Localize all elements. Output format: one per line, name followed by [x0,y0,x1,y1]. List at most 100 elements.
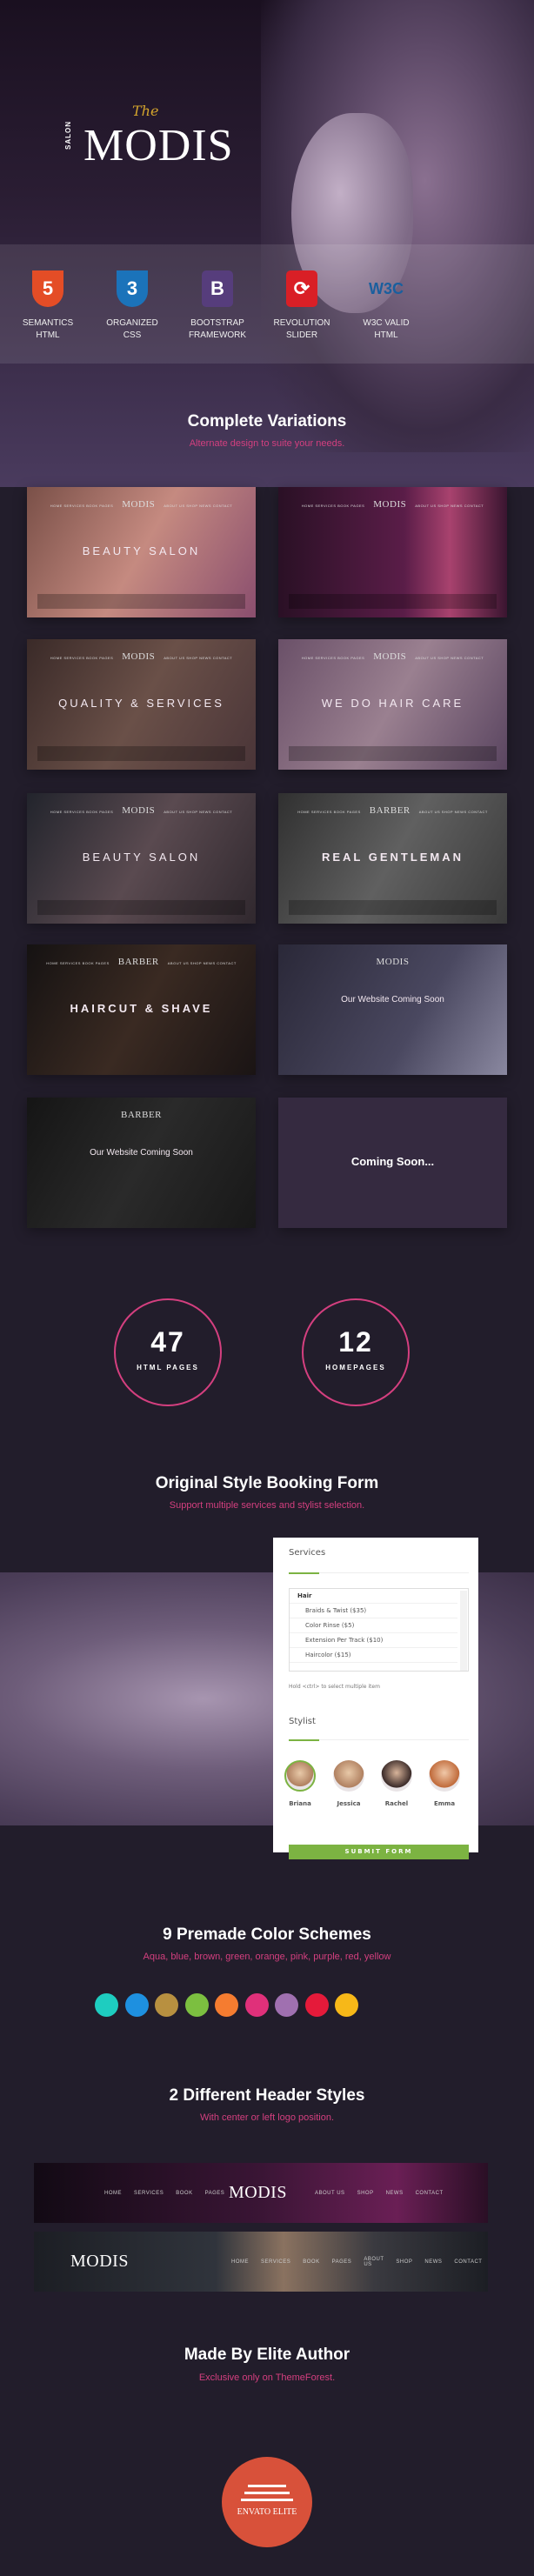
stat-value: 12 [338,1326,373,1358]
booking-form: Services Hair Braids & Twist ($35) Color… [273,1538,478,1859]
badge-stripe [244,2492,290,2494]
service-option[interactable]: Haircolor ($15) [290,1648,457,1663]
nav-item[interactable]: SHOP [396,2259,412,2265]
thumb-headline: Our Website Coming Soon [90,1148,193,1158]
thumb-info-bar [37,746,245,761]
variations-subtitle: Alternate design to suite your needs. [189,438,345,449]
w3c-icon: W3C [369,280,404,297]
color-swatch[interactable] [184,1993,209,2017]
nav-item[interactable]: NEWS [386,2191,404,2196]
select-hint: Hold <ctrl> to select multiple item [289,1684,380,1690]
nav-item[interactable]: SERVICES [261,2259,290,2265]
nav-item[interactable]: SHOP [357,2191,374,2196]
variation-thumbnail[interactable]: HOME SERVICES BOOK PAGES MODIS ABOUT US SH… [27,639,256,770]
thumb-nav: HOME SERVICES BOOK PAGES MODIS ABOUT US SH… [50,499,233,510]
thumb-logo: MODIS [373,499,407,510]
thumb-info-bar [289,746,497,761]
feature-label: REVOLUTION [273,318,330,328]
feature-html5: 5 SEMANTICS HTML [9,270,87,342]
variation-thumbnail[interactable]: HOME SERVICES BOOK PAGES BARBER ABOUT US S… [27,944,256,1075]
thumb-headline: BEAUTY SALON [82,544,201,557]
scrollbar[interactable] [460,1591,467,1671]
colors-subtitle: Aqua, blue, brown, green, orange, pink, … [143,1952,391,1962]
nav-item[interactable]: CONTACT [454,2259,482,2265]
stat-value: 47 [150,1326,185,1358]
nav-item[interactable]: SERVICES [134,2191,164,2196]
variations-title: Complete Variations [187,412,347,430]
nav-item[interactable]: ABOUT US [315,2191,345,2196]
thumb-headline: QUALITY & SERVICES [58,697,224,710]
stylist-name: Jessica [337,1800,361,1807]
thumb-headline: WE DO HAIR CARE [321,697,464,710]
nav-right: ABOUT US SHOP NEWS CONTACT [309,2163,450,2223]
color-swatch[interactable] [244,1993,269,2017]
services-select[interactable]: Hair Braids & Twist ($35) Color Rinse ($… [289,1588,469,1672]
nav-item[interactable]: BOOK [303,2259,319,2265]
badge-stripe [248,2485,286,2487]
thumb-logo: MODIS [376,957,410,967]
service-option[interactable]: Braids & Twist ($35) [290,1604,457,1618]
thumb-logo: MODIS [122,499,156,510]
thumb-nav: BARBER [27,1110,256,1120]
badge-text: ENVATO ELITE [237,2507,297,2517]
variation-thumbnail[interactable]: HOME SERVICES BOOK PAGES MODIS ABOUT US SH… [278,639,507,770]
stylist-name: Briana [289,1800,311,1807]
thumb-logo: BARBER [369,805,411,816]
thumb-nav: HOME SERVICES BOOK PAGES BARBER ABOUT US S… [46,957,237,967]
feature-bootstrap: B BOOTSTRAP FRAMEWORK [178,270,257,342]
stat-label: HOMEPAGES [325,1364,386,1371]
nav-item[interactable]: PAGES [205,2191,225,2196]
color-swatch[interactable] [155,1993,178,2017]
stylist-jessica[interactable]: Jessica [331,1760,366,1807]
color-swatch[interactable] [335,1993,358,2017]
variation-thumbnail[interactable]: HOME SERVICES BOOK PAGES MODIS ABOUT US SH… [27,487,256,617]
stylist-emma[interactable]: Emma [427,1760,462,1807]
nav-item[interactable]: BOOK [176,2191,192,2196]
css3-icon: 3 [117,270,148,307]
headers-title: 2 Different Header Styles [169,2086,365,2105]
feature-label: ORGANIZED [106,318,158,328]
thumb-info-bar [289,900,497,915]
feature-revolution-slider: ⟳ REVOLUTION SLIDER [263,270,341,342]
nav-item[interactable]: NEWS [424,2259,442,2265]
thumb-logo: BARBER [120,1110,162,1120]
thumb-nav: MODIS [278,957,507,967]
revolution-slider-icon: ⟳ [286,270,317,307]
stylist-name: Rachel [384,1800,409,1807]
variation-thumbnail[interactable]: MODIS Our Website Coming Soon [278,944,507,1075]
stylist-rachel[interactable]: Rachel [379,1760,414,1807]
color-swatch[interactable] [124,1993,149,2017]
feature-label: BOOTSTRAP [190,318,244,328]
color-swatch[interactable] [304,1993,329,2017]
nav-item[interactable]: HOME [104,2191,122,2196]
feature-label: HTML [374,330,398,340]
header-logo[interactable]: MODIS [70,2232,129,2292]
color-swatch[interactable] [95,1993,118,2017]
avatar [284,1760,316,1792]
nav-item[interactable]: PAGES [332,2259,352,2265]
service-option[interactable]: Extension Per Track ($10) [290,1633,457,1648]
thumb-info-bar [37,900,245,915]
stylist-name: Emma [433,1800,456,1807]
service-option[interactable]: Color Rinse ($5) [290,1618,457,1633]
feature-w3c: W3C W3C VALID HTML [347,270,425,342]
nav-item[interactable]: ABOUT US [364,2257,384,2267]
nav-menu: HOME SERVICES BOOK PAGES ABOUT US SHOP NEWS CON… [225,2232,488,2292]
nav-item[interactable]: HOME [231,2259,249,2265]
header-logo[interactable]: MODIS [229,2163,287,2223]
variation-thumbnail[interactable]: HOME SERVICES BOOK PAGES BARBER ABOUT US S… [278,793,507,924]
submit-form-button[interactable]: SUBMIT FORM [289,1845,469,1859]
color-swatch[interactable] [275,1993,298,2017]
avatar [429,1760,460,1792]
logo-the: The [132,103,159,119]
feature-label: CSS [123,330,142,340]
stylist-briana[interactable]: Briana [283,1760,317,1807]
variation-thumbnail[interactable]: HOME SERVICES BOOK PAGES MODIS ABOUT US SH… [278,487,507,617]
bootstrap-icon: B [202,270,233,307]
thumb-logo: MODIS [122,805,156,816]
variation-thumbnail[interactable]: Coming Soon... [278,1098,507,1228]
variation-thumbnail[interactable]: HOME SERVICES BOOK PAGES MODIS ABOUT US SH… [27,793,256,924]
color-swatch[interactable] [215,1993,238,2017]
variation-thumbnail[interactable]: BARBER Our Website Coming Soon [27,1098,256,1228]
nav-item[interactable]: CONTACT [416,2191,444,2196]
